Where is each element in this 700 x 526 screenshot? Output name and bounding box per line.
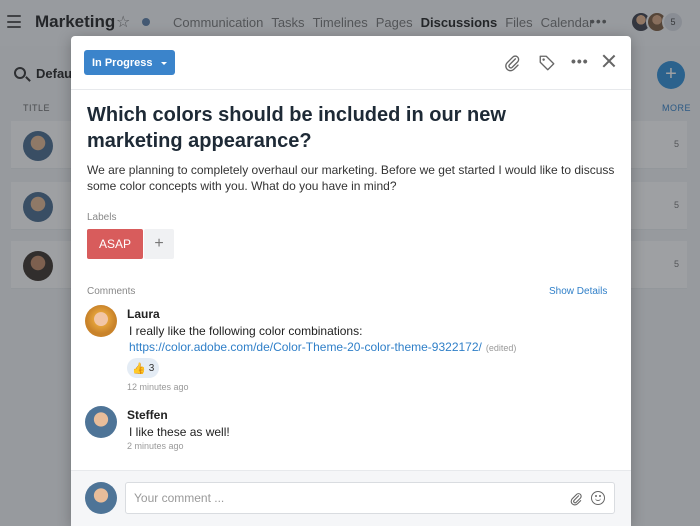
comment-input[interactable] [125,482,615,514]
close-icon[interactable] [602,54,616,68]
avatar [85,482,117,514]
edited-marker: (edited) [485,343,517,353]
avatar[interactable] [85,305,117,337]
comment-text: I like these as well! [129,425,230,439]
paperclip-icon[interactable] [503,54,521,72]
thumbs-up-icon: 👍 [132,362,146,375]
labels-heading: Labels [87,212,117,223]
avatar[interactable] [85,406,117,438]
show-details-link[interactable]: Show Details [549,286,607,297]
discussion-title[interactable]: Which colors should be included in our n… [87,102,607,154]
comment-text: I really like the following color combin… [129,324,363,338]
comment-time: 12 minutes ago [127,382,189,392]
discussion-description[interactable]: We are planning to completely overhaul o… [87,162,621,194]
comment-link[interactable]: https://color.adobe.com/de/Color-Theme-2… [129,340,482,354]
emoji-icon[interactable] [591,491,605,505]
status-dropdown[interactable]: In Progress [84,50,175,75]
status-label: In Progress [92,56,153,69]
tag-icon[interactable] [538,54,556,72]
add-label-button[interactable]: + [144,229,174,259]
discussion-modal: In Progress ••• Which colors should be i… [71,36,631,526]
comment-author[interactable]: Steffen [127,408,168,422]
modal-header: In Progress ••• [71,36,631,90]
comments-heading: Comments [87,286,136,297]
chevron-down-icon [160,61,167,65]
comment-link-wrapper: https://color.adobe.com/de/Color-Theme-2… [129,340,516,354]
reaction-badge[interactable]: 👍 3 [127,358,160,378]
comment-time: 2 minutes ago [127,441,184,451]
reaction-count: 3 [148,362,155,374]
more-options-icon[interactable]: ••• [571,53,589,71]
paperclip-icon[interactable] [569,491,583,507]
comment-author[interactable]: Laura [127,307,160,321]
label-asap[interactable]: ASAP [87,229,144,259]
